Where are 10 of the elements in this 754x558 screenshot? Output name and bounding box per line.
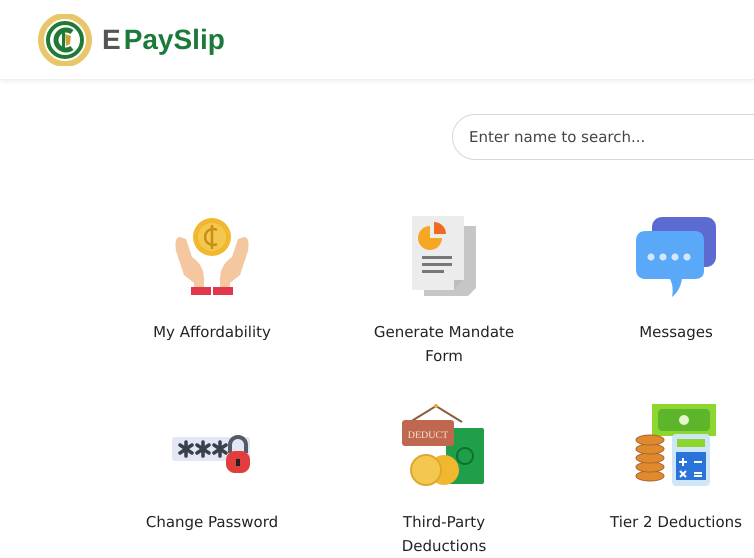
tile-label[interactable]: My Affordability <box>153 320 271 344</box>
tile-label[interactable]: Change Password <box>146 510 278 534</box>
brand-prefix: E <box>102 24 121 56</box>
tile-label[interactable]: Messages <box>639 320 713 344</box>
chat-bubbles-icon[interactable] <box>634 214 718 300</box>
tile-label[interactable]: Generate Mandate Form <box>359 320 529 368</box>
search-field[interactable]: Enter name to search... <box>452 114 754 160</box>
tile-label[interactable]: Third-Party Deductions <box>359 510 529 558</box>
tile-label[interactable]: Tier 2 Deductions <box>610 510 742 534</box>
brand-name: PaySlip <box>124 24 225 56</box>
